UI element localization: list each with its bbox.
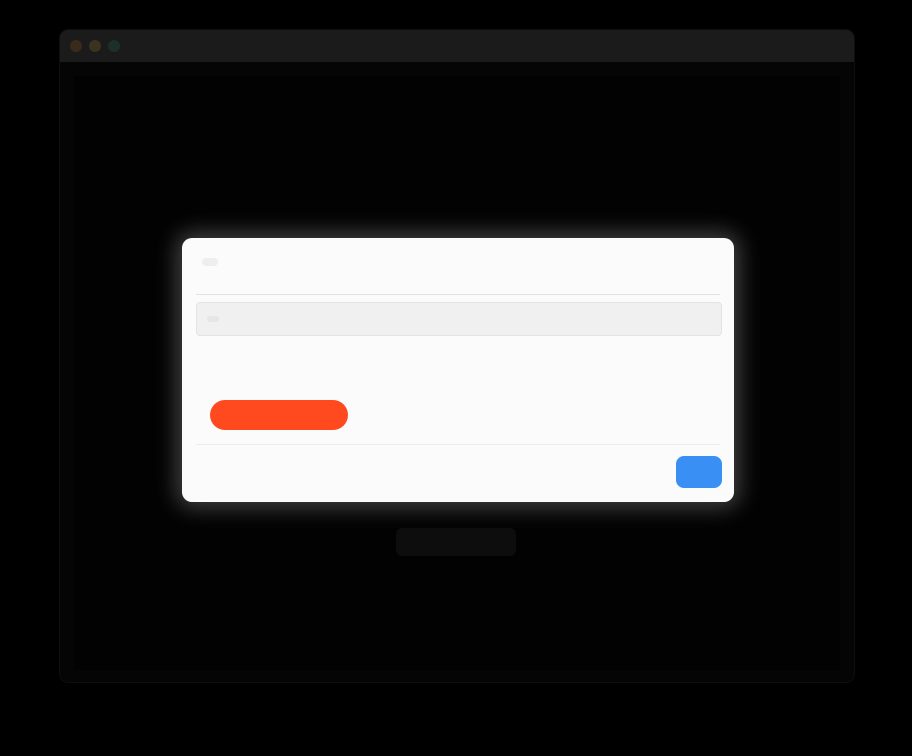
dialog-title [202, 258, 218, 266]
dialog-divider [196, 294, 720, 295]
ok-button[interactable] [676, 456, 722, 488]
screen [0, 0, 912, 756]
footer-divider [196, 444, 720, 445]
field-label [207, 316, 219, 322]
title-bar [60, 30, 854, 62]
field-value [231, 312, 721, 326]
cancel-button[interactable] [602, 462, 662, 488]
maximize-window-icon[interactable] [108, 40, 120, 52]
close-window-icon[interactable] [70, 40, 82, 52]
minimize-window-icon[interactable] [89, 40, 101, 52]
dialog-field[interactable] [196, 302, 722, 336]
backdrop-button [396, 528, 516, 556]
window-controls [70, 40, 120, 52]
danger-button[interactable] [210, 400, 348, 430]
modal-dialog [182, 238, 734, 502]
